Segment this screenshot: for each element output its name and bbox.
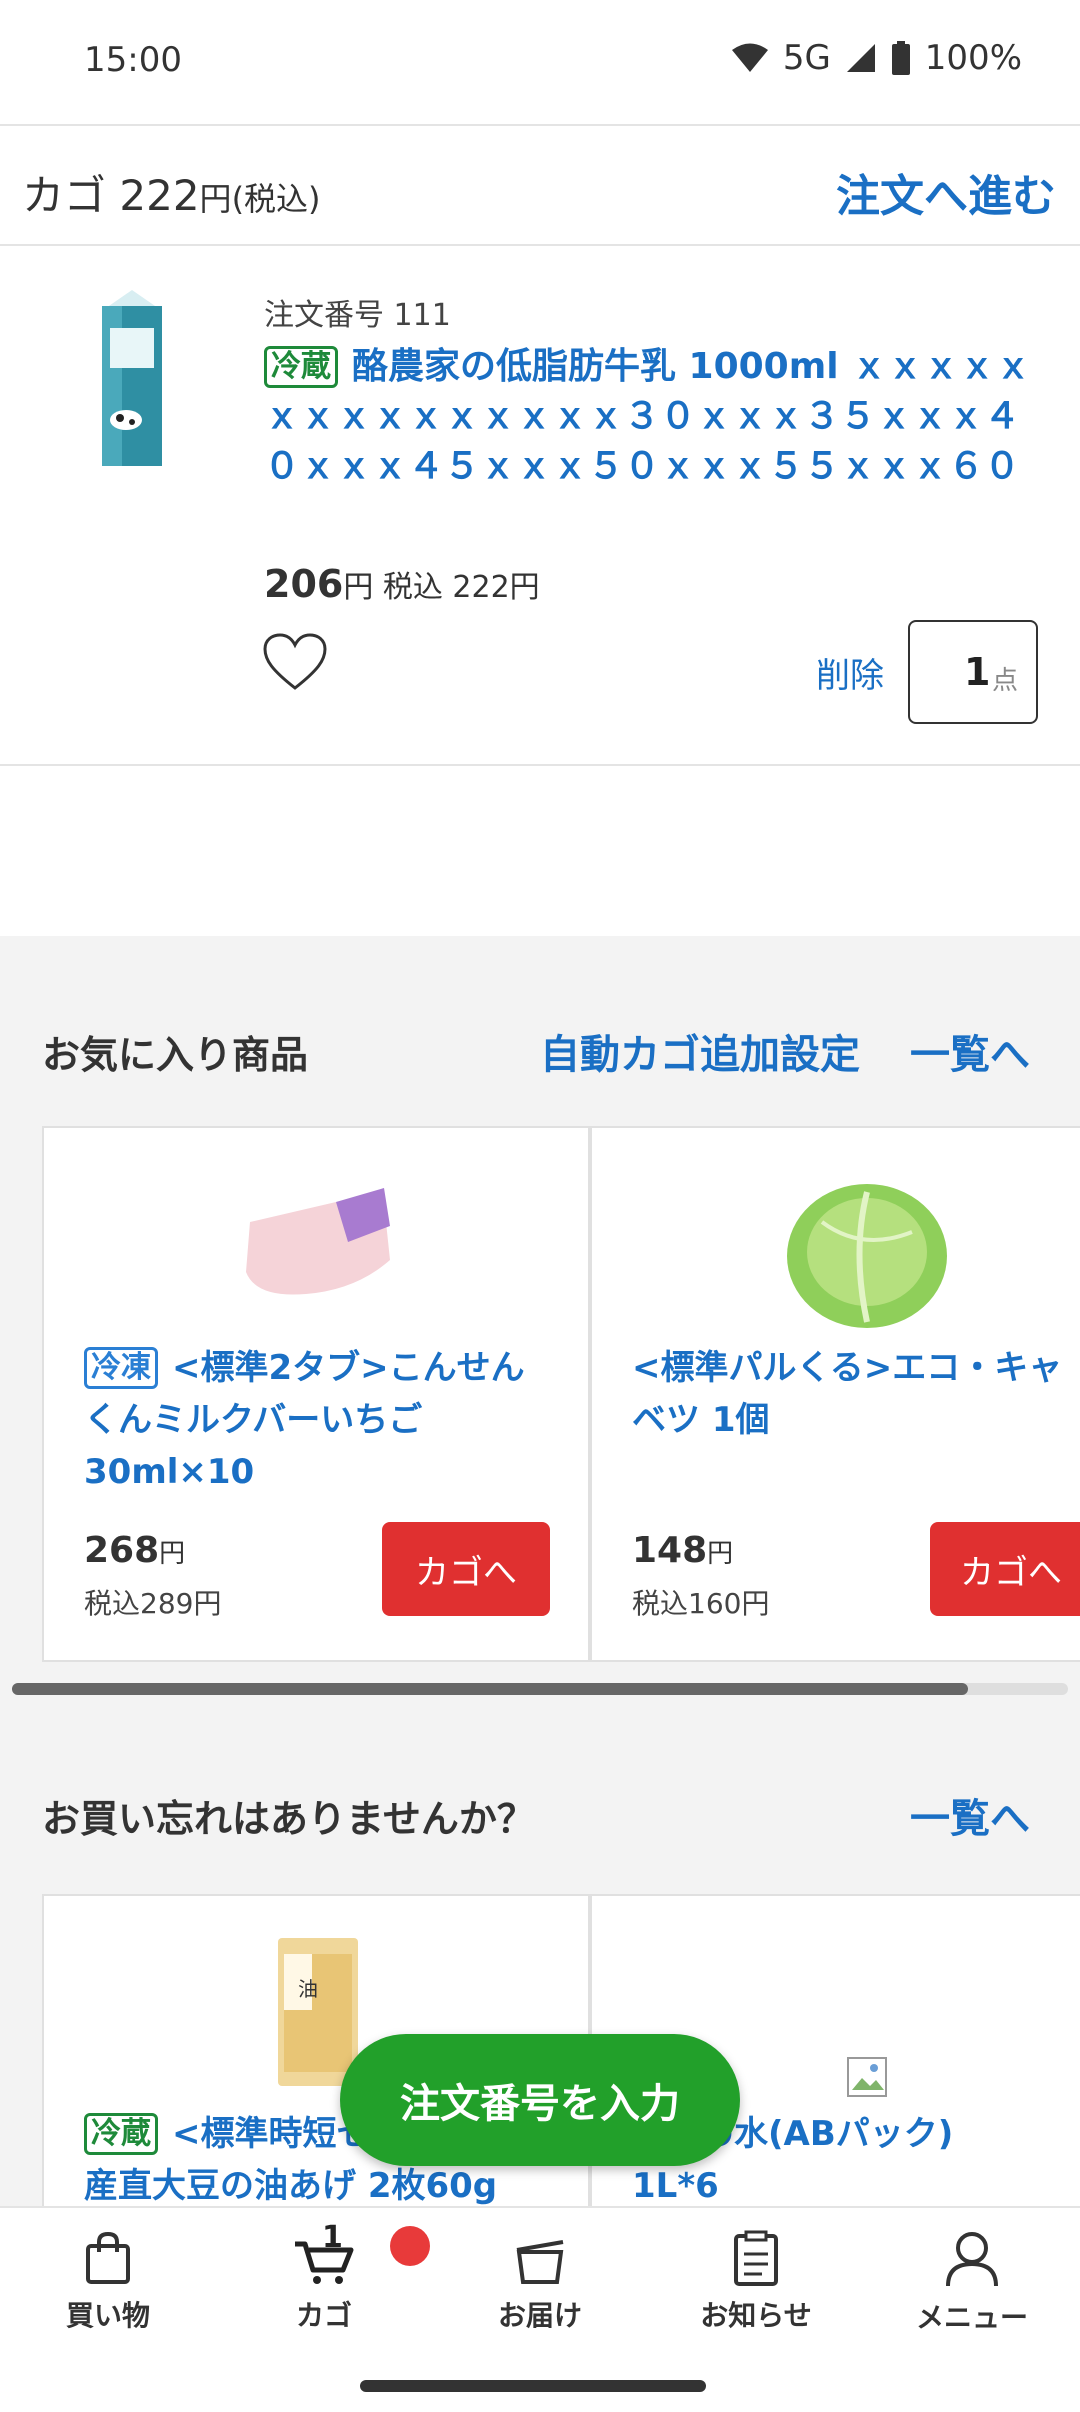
product-price-value: 268 <box>84 1530 160 1571</box>
battery-icon <box>891 41 910 75</box>
product-name-line2: 1L*6 <box>632 2166 719 2206</box>
cart-item-name[interactable]: 酪農家の低脂肪牛乳 1000ml ｘｘｘｘｘｘｘｘｘｘｘｘｘｘｘ３０ｘｘｘ３５ｘ… <box>264 346 1031 487</box>
favorites-title: お気に入り商品 <box>42 1033 309 1077</box>
person-icon <box>946 2232 998 2287</box>
quantity-unit: 点 <box>992 666 1019 696</box>
product-price-value: 148 <box>632 1530 708 1571</box>
favorite-product-card[interactable]: 冷凍 <標準2タブ>こんせん くんミルクバーいちご 30ml×10 268円 税込… <box>42 1126 590 1662</box>
cart-item-tax-price: 税込 222円 <box>382 570 540 605</box>
nav-label: お知らせ <box>700 2299 812 2332</box>
add-to-cart-button[interactable]: カゴへ <box>382 1522 550 1616</box>
product-price-unit: 円 <box>707 1539 734 1569</box>
network-label: 5G <box>782 38 831 78</box>
product-tax-price: 税込289円 <box>84 1587 222 1620</box>
wifi-icon <box>731 43 768 72</box>
scrollbar-thumb[interactable] <box>12 1683 968 1695</box>
shopping-bag-icon <box>86 2231 130 2284</box>
cart-tax-note: (税込) <box>231 180 321 218</box>
nav-shopping[interactable]: 買い物 <box>8 2230 208 2360</box>
cart-item-price-unit: 円 <box>343 570 374 605</box>
product-name-line3: 30ml×10 <box>84 1452 255 1492</box>
cart-count-badge: 1 <box>322 2220 343 2255</box>
product-name-line2: 産直大豆の油あげ 2枚60g <box>84 2166 498 2206</box>
delivery-box-icon <box>516 2240 564 2284</box>
fried-tofu-image: 油 <box>278 1938 358 2086</box>
product-price: 148円 <box>632 1530 733 1571</box>
nav-label: お届け <box>497 2299 582 2332</box>
product-name-line1: <標準パルくる>エコ・キャ <box>632 1348 1063 1388</box>
add-to-cart-button[interactable]: カゴへ <box>930 1522 1080 1616</box>
horizontal-scrollbar[interactable] <box>12 1683 1068 1695</box>
product-tax-price: 税込160円 <box>632 1587 770 1620</box>
cart-total-value: 222 <box>119 171 200 220</box>
nav-menu[interactable]: メニュー <box>872 2230 1072 2360</box>
proceed-to-order-button[interactable]: 注文へ進む <box>836 160 1056 224</box>
product-price-unit: 円 <box>159 1539 186 1569</box>
product-name[interactable]: 冷凍 <標準2タブ>こんせん くんミルクバーいちご 30ml×10 <box>84 1342 525 1498</box>
product-name-line2: ベツ 1個 <box>632 1400 770 1440</box>
quantity-value: 1 <box>964 650 991 694</box>
milk-carton-image[interactable] <box>96 288 168 468</box>
cart-label: カゴ <box>22 171 107 220</box>
chilled-badge: 冷蔵 <box>84 2113 158 2155</box>
delete-button[interactable]: 削除 <box>816 648 884 697</box>
frozen-badge: 冷凍 <box>84 1347 158 1389</box>
cabbage-image <box>787 1184 947 1328</box>
signal-icon <box>846 44 875 72</box>
notification-dot <box>390 2226 430 2266</box>
order-number: 注文番号 111 <box>264 298 451 333</box>
nav-label: カゴ <box>295 2299 352 2332</box>
favorite-product-card[interactable]: <標準パルくる>エコ・キャ ベツ 1個 148円 税込160円 カゴへ <box>590 1126 1080 1662</box>
battery-level: 100% <box>924 38 1022 78</box>
svg-text:油: 油 <box>298 1977 318 2001</box>
nav-delivery[interactable]: お届け <box>440 2230 640 2360</box>
cart-item-price: 206円 税込 222円 <box>264 562 540 606</box>
nav-notices[interactable]: お知らせ <box>656 2230 856 2360</box>
cart-total-unit: 円 <box>199 180 232 218</box>
notice-icon <box>734 2230 778 2286</box>
favorites-list-link[interactable]: 一覧へ <box>910 1022 1030 1080</box>
product-name[interactable]: <標準パルくる>エコ・キャ ベツ 1個 <box>632 1342 1080 1446</box>
cart-total: カゴ 222円(税込) <box>22 162 321 223</box>
forgotten-list-link[interactable]: 一覧へ <box>910 1786 1030 1844</box>
home-indicator[interactable] <box>360 2380 706 2392</box>
product-name-line2: くんミルクバーいちご <box>84 1400 423 1440</box>
favorite-heart-icon[interactable] <box>262 632 328 692</box>
quantity-selector[interactable]: 1 点 <box>908 620 1038 724</box>
cart-item-title[interactable]: 冷蔵 酪農家の低脂肪牛乳 1000ml ｘｘｘｘｘｘｘｘｘｘｘｘｘｘｘ３０ｘｘｘ３… <box>264 342 1044 492</box>
cart-item-price-value: 206 <box>264 562 344 606</box>
cart-header: カゴ 222円(税込) 注文へ進む <box>0 124 1080 246</box>
chilled-badge: 冷蔵 <box>264 346 338 388</box>
nav-label: 買い物 <box>65 2299 150 2332</box>
product-price: 268円 <box>84 1530 185 1571</box>
forgotten-title: お買い忘れはありませんか？ <box>42 1797 535 1841</box>
cart-item: 注文番号 111 冷蔵 酪農家の低脂肪牛乳 1000ml ｘｘｘｘｘｘｘｘｘｘｘｘ… <box>0 246 1080 766</box>
status-icons: 5G 100% <box>731 38 1022 78</box>
auto-add-settings-link[interactable]: 自動カゴ追加設定 <box>540 1022 860 1080</box>
product-name-line1: <標準時短セ <box>172 2114 371 2154</box>
enter-order-number-button[interactable]: 注文番号を入力 <box>340 2034 740 2166</box>
socks-image <box>246 1188 390 1295</box>
broken-image-icon <box>847 2057 887 2097</box>
product-name-line1: <標準2タブ>こんせん <box>172 1348 525 1388</box>
status-time: 15:00 <box>84 40 182 80</box>
status-bar: 15:00 5G 100% <box>0 0 1080 124</box>
nav-label: メニュー <box>915 2301 1028 2334</box>
